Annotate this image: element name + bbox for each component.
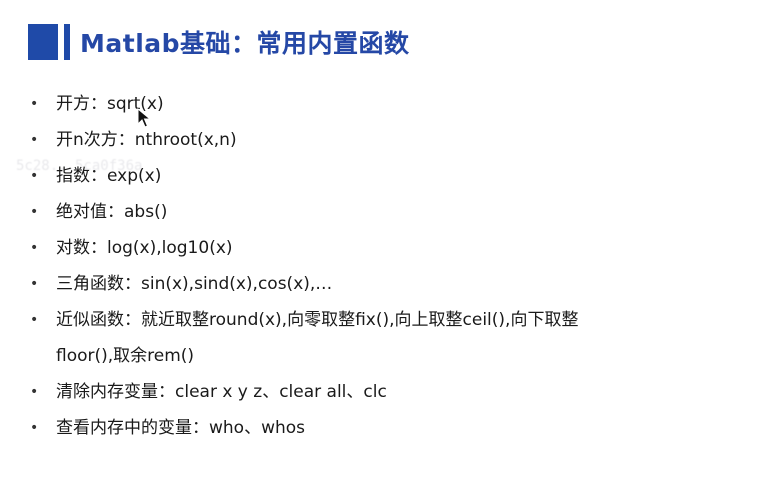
mouse-cursor-icon	[137, 108, 151, 128]
list-item-rounding: • 近似函数：就近取整round(x),向零取整fix(),向上取整ceil()…	[30, 302, 730, 374]
list-item-clear: • 清除内存变量：clear x y z、clear all、clc	[30, 374, 730, 410]
list-item-nthroot: • 开n次方：nthroot(x,n)	[30, 122, 730, 158]
bullet: •	[30, 204, 39, 220]
bullet: •	[30, 312, 39, 328]
list-item-text: 清除内存变量：clear x y z、clear all、clc	[56, 382, 387, 402]
list-item-trig: • 三角函数：sin(x),sind(x),cos(x),…	[30, 266, 730, 302]
list-item-sqrt: • 开方：sqrt(x)	[30, 86, 730, 122]
title-accent-stripe	[64, 24, 70, 60]
list-item-exp: • 指数：exp(x)	[30, 158, 730, 194]
bullet: •	[30, 384, 39, 400]
bullet: •	[30, 420, 39, 436]
list-item-text: 查看内存中的变量：who、whos	[56, 418, 306, 438]
list-item-text: 三角函数：sin(x),sind(x),cos(x),…	[56, 274, 333, 294]
slide-title-bar: Matlab基础：常用内置函数	[28, 22, 410, 62]
list-item-text: 绝对值：abs()	[56, 202, 168, 222]
bullet: •	[30, 276, 39, 292]
list-item-who: • 查看内存中的变量：who、whos	[30, 410, 730, 446]
function-list: • 开方：sqrt(x) • 开n次方：nthroot(x,n) • 指数：ex…	[30, 86, 730, 446]
bullet: •	[30, 132, 39, 148]
bullet: •	[30, 168, 39, 184]
title-accent-block	[28, 24, 58, 60]
list-item-text: 开n次方：nthroot(x,n)	[56, 130, 237, 150]
list-item-text: 近似函数：就近取整round(x),向零取整fix(),向上取整ceil(),向…	[56, 310, 579, 330]
list-item-text: 指数：exp(x)	[56, 166, 162, 186]
list-item-text-continued: floor(),取余rem()	[56, 346, 195, 366]
list-item-log: • 对数：log(x),log10(x)	[30, 230, 730, 266]
list-item-text: 对数：log(x),log10(x)	[56, 238, 233, 258]
list-item-abs: • 绝对值：abs()	[30, 194, 730, 230]
bullet: •	[30, 240, 39, 256]
bullet: •	[30, 96, 39, 112]
slide-title: Matlab基础：常用内置函数	[80, 29, 410, 58]
